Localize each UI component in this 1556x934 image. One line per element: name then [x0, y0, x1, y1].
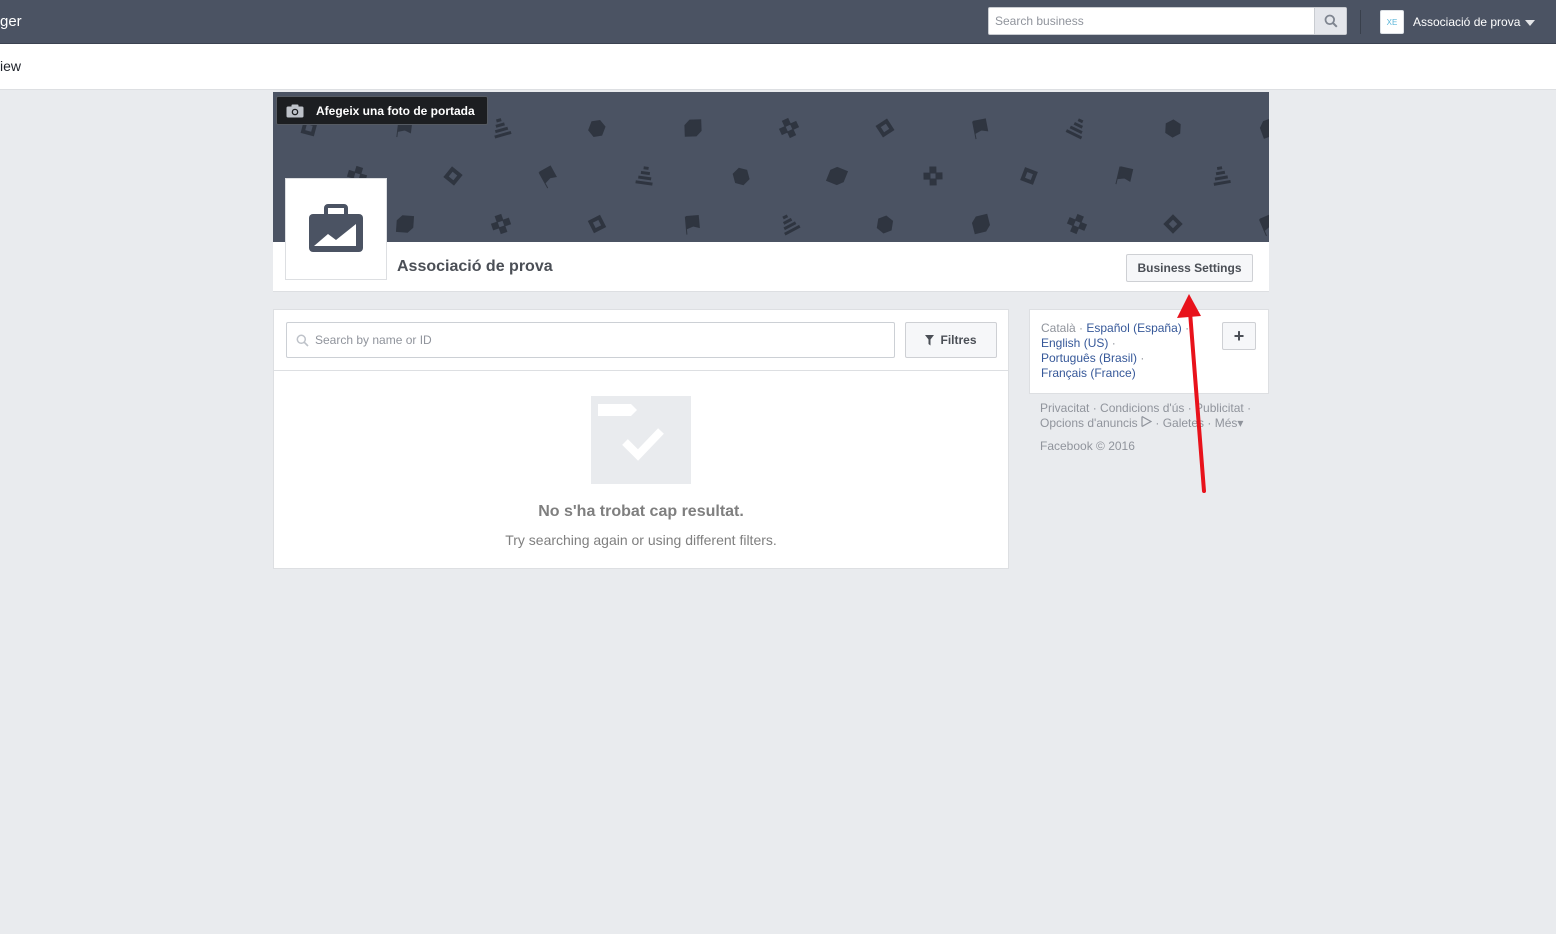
- business-search-button[interactable]: [1314, 8, 1346, 34]
- business-assets-panel: Filtres No s'ha trobat cap resultat. Try…: [273, 309, 1009, 569]
- cover-pattern-diamond-icon: [443, 166, 463, 186]
- panel-toolbar: Filtres: [274, 310, 1008, 371]
- footer-link-advertising[interactable]: Publicitat: [1195, 401, 1244, 415]
- search-icon: [1324, 14, 1338, 28]
- cover-pattern-flag-icon: [1258, 213, 1269, 237]
- cover-pattern-tag-icon: [971, 213, 991, 235]
- top-bar: ger XE Associació de prova: [0, 0, 1556, 44]
- footer-links: Privacitat · Condicions d'ús · Publicita…: [1040, 401, 1252, 430]
- business-settings-button[interactable]: Business Settings: [1126, 254, 1253, 282]
- cover-pattern-tag-icon: [825, 166, 849, 186]
- footer-link-cookies[interactable]: Galetes: [1163, 416, 1204, 430]
- cover-pattern-cube-icon: [876, 215, 894, 234]
- asset-search-input[interactable]: [315, 323, 890, 357]
- language-option[interactable]: Français (France): [1041, 366, 1136, 380]
- cover-pattern-diamond-icon: [875, 118, 895, 138]
- cover-pattern-bars-icon: [782, 214, 801, 236]
- footer-link-more[interactable]: Més: [1215, 416, 1238, 430]
- cover-pattern-flag-icon: [1115, 166, 1134, 185]
- filters-button[interactable]: Filtres: [905, 322, 997, 358]
- cover-pattern-pin-icon: [923, 166, 943, 186]
- caret-down-icon: ▾: [1237, 416, 1244, 430]
- cover-pattern-pin-icon: [1066, 213, 1088, 235]
- camera-icon: [286, 104, 304, 117]
- language-list: Català · Español (España) · English (US)…: [1041, 321, 1190, 380]
- cover-pattern-cube-icon: [1165, 119, 1181, 138]
- cover-pattern-bars-icon: [494, 118, 512, 139]
- footer-link-privacy[interactable]: Privacitat: [1040, 401, 1089, 415]
- business-search-input[interactable]: [989, 8, 1315, 34]
- empty-state-title: No s'ha trobat cap resultat.: [538, 503, 744, 520]
- cover-pattern-cube-icon: [588, 119, 606, 137]
- language-option[interactable]: English (US): [1041, 336, 1108, 350]
- current-language: Català: [1041, 321, 1076, 335]
- search-icon: [296, 334, 309, 347]
- cover-pattern-flag-icon: [684, 214, 700, 235]
- language-option[interactable]: Português (Brasil): [1041, 351, 1137, 365]
- cover-pattern-pin-icon: [490, 213, 512, 235]
- cover-pattern-flag-icon: [538, 165, 557, 189]
- cover-pattern-bars-icon: [635, 166, 653, 186]
- account-switcher[interactable]: XE Associació de prova: [1380, 10, 1536, 34]
- cover-pattern-flag-icon: [972, 118, 989, 140]
- filter-icon: [925, 334, 935, 345]
- ad-choices-icon: [1141, 415, 1153, 428]
- cover-pattern-diamond-icon: [1163, 214, 1183, 234]
- language-selector: Català · Español (España) · English (US)…: [1029, 309, 1269, 394]
- cover-pattern-diamond-icon: [587, 214, 607, 234]
- divider: [1360, 10, 1361, 34]
- briefcase-icon: [309, 204, 363, 252]
- footer-link-ad-choices[interactable]: Opcions d'anuncis: [1040, 416, 1138, 430]
- business-search[interactable]: [988, 7, 1347, 35]
- account-name: Associació de prova: [1413, 15, 1521, 29]
- cover-pattern-tag-icon: [395, 215, 415, 233]
- language-option[interactable]: Español (España): [1086, 321, 1181, 335]
- app-title[interactable]: ger: [0, 13, 22, 30]
- cover-pattern-tag-icon: [1259, 117, 1269, 139]
- cover-pattern-tag-icon: [684, 119, 702, 137]
- cover-pattern-pin-icon: [778, 117, 800, 139]
- chevron-down-icon: [1525, 19, 1536, 26]
- cover-pattern-diamond-icon: [1020, 167, 1038, 185]
- more-languages-button[interactable]: +: [1222, 322, 1256, 350]
- add-cover-photo-button[interactable]: Afegeix una foto de portada: [276, 96, 488, 125]
- empty-state-subtitle: Try searching again or using different f…: [505, 532, 777, 548]
- business-profile-picture[interactable]: [285, 178, 387, 280]
- empty-folder-check-icon: [591, 396, 691, 484]
- breadcrumb[interactable]: iew: [0, 58, 21, 74]
- footer-link-terms[interactable]: Condicions d'ús: [1100, 401, 1184, 415]
- cover-pattern-bars-icon: [1213, 166, 1231, 186]
- filters-label: Filtres: [940, 333, 977, 347]
- asset-search[interactable]: [286, 322, 895, 358]
- cover-pattern-cube-icon: [732, 167, 750, 186]
- sub-navigation: iew: [0, 44, 1556, 90]
- add-cover-photo-label: Afegeix una foto de portada: [316, 103, 475, 118]
- account-avatar: XE: [1380, 10, 1404, 34]
- copyright: Facebook © 2016: [1040, 439, 1135, 453]
- cover-pattern-bars-icon: [1065, 118, 1084, 140]
- business-name: Associació de prova: [397, 258, 553, 275]
